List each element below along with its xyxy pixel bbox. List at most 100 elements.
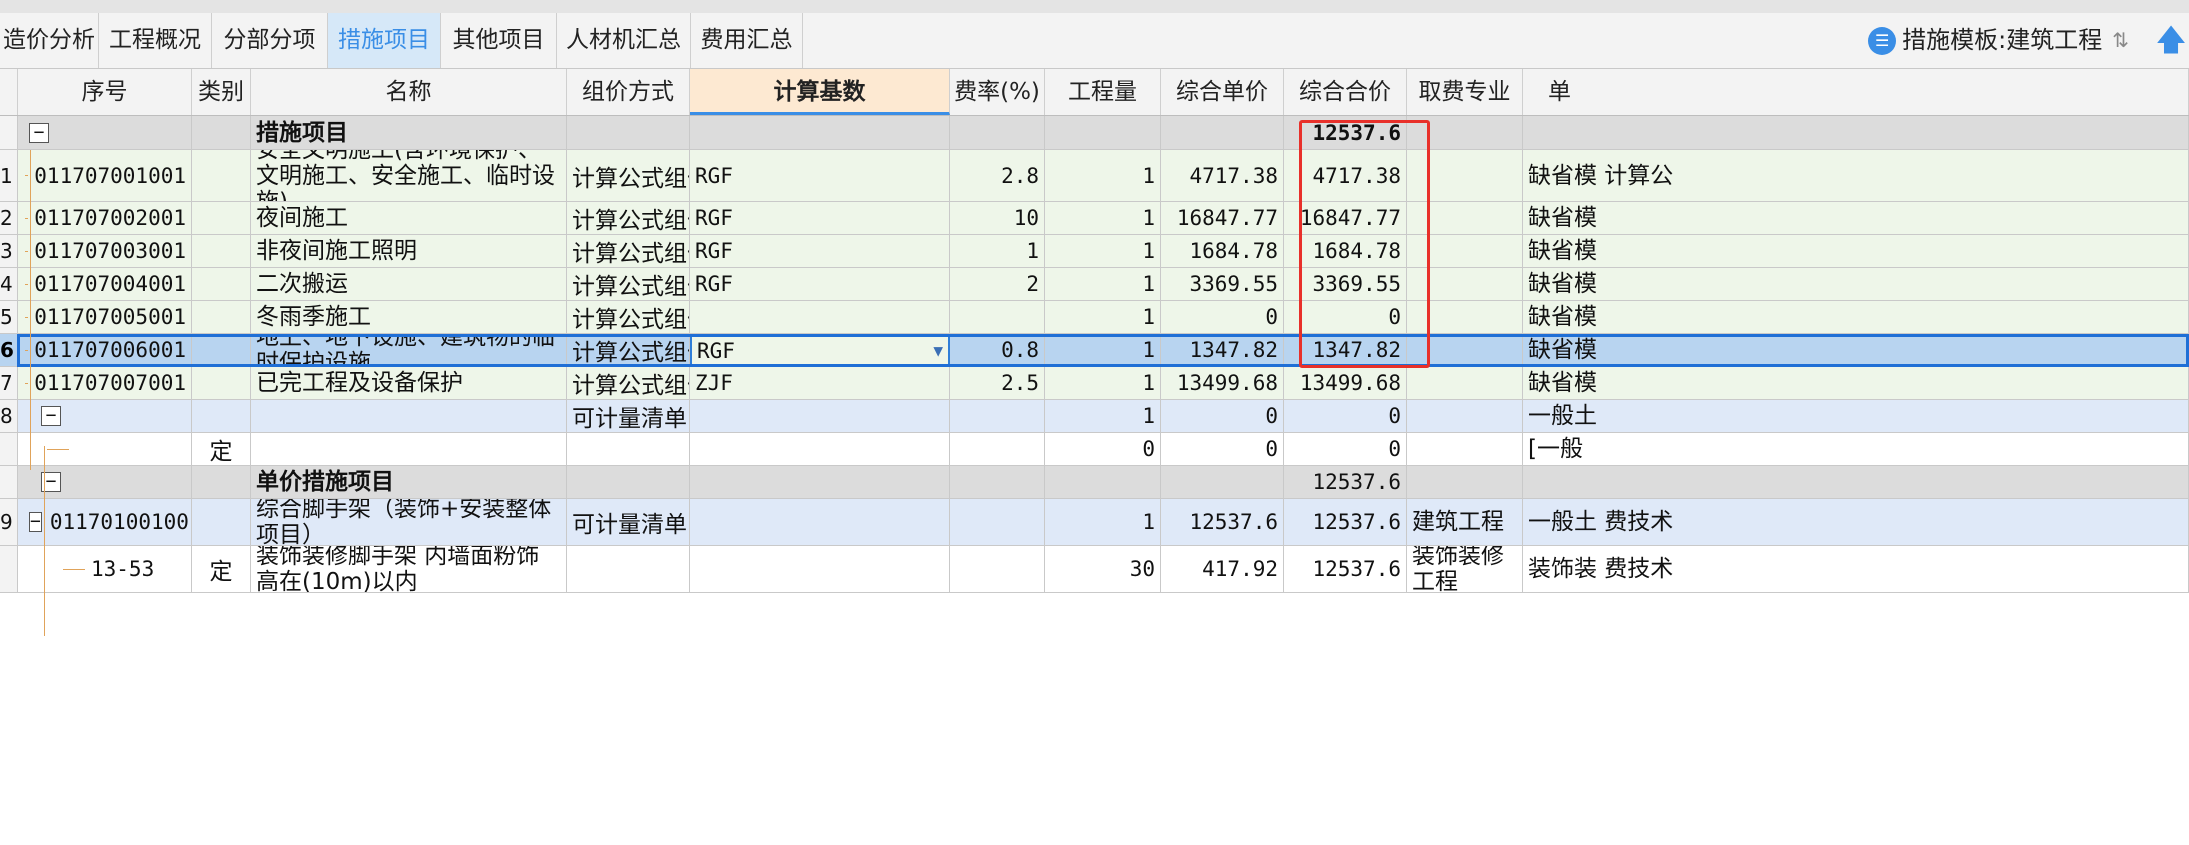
cell-base[interactable]: RGF (690, 235, 950, 268)
cell-name[interactable]: 措施项目 (251, 116, 567, 150)
cell-type[interactable] (192, 334, 251, 367)
cell-rate[interactable]: 10 (950, 202, 1045, 235)
cell-name[interactable]: 装饰装修脚手架 内墙面粉饰高在(10m)以内 (251, 546, 567, 593)
table-row[interactable]: 4 011707004001 二次搬运 计算公式组价RGF 2 1 3369.55 3369.… (0, 268, 2189, 301)
cell-extra[interactable]: 缺省模 (1523, 202, 2189, 235)
cell-base[interactable]: RGF (690, 150, 950, 202)
sort-icon[interactable]: ⇅ (2112, 13, 2129, 68)
cell-base[interactable]: RGF ▼ (690, 334, 950, 367)
cell-seq[interactable]: 011707005001 (18, 301, 192, 334)
cell-rate[interactable] (950, 301, 1045, 334)
cell-fee[interactable] (1407, 334, 1523, 367)
cell-rate[interactable]: 2.8 (950, 150, 1045, 202)
cell-unit[interactable] (1161, 466, 1284, 499)
cell-fee[interactable] (1407, 235, 1523, 268)
cell-qty[interactable]: 1 (1045, 499, 1161, 546)
table-row[interactable]: 7 011707007001 已完工程及设备保护 计算公式组价ZJF 2.5 1 13499… (0, 367, 2189, 400)
cell-total[interactable]: 13499.68 (1284, 367, 1407, 400)
cell-name[interactable]: 二次搬运 (251, 268, 567, 301)
cell-unit[interactable]: 3369.55 (1161, 268, 1284, 301)
cell-total[interactable]: 1347.82 (1284, 334, 1407, 367)
table-row[interactable]: 8 − 可计量清单 1 0 0 一般土 (0, 400, 2189, 433)
cell-type[interactable] (192, 499, 251, 546)
cell-extra[interactable]: 缺省模 (1523, 268, 2189, 301)
cell-name[interactable] (251, 400, 567, 433)
cell-base[interactable] (690, 116, 950, 150)
cell-extra[interactable]: 缺省模 (1523, 334, 2189, 367)
cell-fee[interactable] (1407, 301, 1523, 334)
cell-extra[interactable]: 装饰装 费技术 (1523, 546, 2189, 593)
table-row[interactable]: 9−011701001001 综合脚手架（装饰+安装整体项目） 可计量清单 1 1253… (0, 499, 2189, 546)
tab-project-overview[interactable]: 工程概况 (99, 13, 212, 68)
cell-qty[interactable]: 1 (1045, 334, 1161, 367)
cell-method[interactable] (567, 546, 690, 593)
cell-fee[interactable]: 装饰装修工程 (1407, 546, 1523, 593)
header-unit-price[interactable]: 综合单价 (1161, 69, 1284, 115)
cell-base[interactable]: ZJF (690, 367, 950, 400)
cell-qty[interactable] (1045, 116, 1161, 150)
cell-method[interactable] (567, 116, 690, 150)
cell-rate[interactable] (950, 433, 1045, 466)
cell-rate[interactable]: 1 (950, 235, 1045, 268)
cell-base[interactable] (690, 466, 950, 499)
cell-rate[interactable] (950, 466, 1045, 499)
cell-method[interactable]: 可计量清单 (567, 400, 690, 433)
tab-fee-summary[interactable]: 费用汇总 (691, 13, 803, 68)
cell-base[interactable]: RGF (690, 202, 950, 235)
cell-fee[interactable] (1407, 116, 1523, 150)
cell-extra[interactable]: 一般土 费技术 (1523, 499, 2189, 546)
cell-type[interactable] (192, 150, 251, 202)
cell-qty[interactable]: 1 (1045, 301, 1161, 334)
cell-type[interactable] (192, 466, 251, 499)
cell-unit[interactable]: 1684.78 (1161, 235, 1284, 268)
cell-total[interactable]: 0 (1284, 301, 1407, 334)
cell-base[interactable] (690, 433, 950, 466)
cell-extra[interactable]: [一般 (1523, 433, 2189, 466)
cell-base[interactable] (690, 301, 950, 334)
cell-method[interactable]: 计算公式组价 (567, 334, 690, 367)
minus-box-icon[interactable]: − (41, 406, 61, 426)
cell-seq[interactable]: 011707004001 (18, 268, 192, 301)
cell-fee[interactable] (1407, 367, 1523, 400)
cell-type[interactable] (192, 301, 251, 334)
cell-type[interactable] (192, 268, 251, 301)
header-type[interactable]: 类别 (192, 69, 251, 115)
header-name[interactable]: 名称 (251, 69, 567, 115)
cell-fee[interactable] (1407, 466, 1523, 499)
arrow-up-icon[interactable]: 🡅 (2153, 13, 2189, 68)
cell-seq[interactable]: − (18, 116, 192, 150)
cell-method[interactable]: 计算公式组价 (567, 268, 690, 301)
minus-box-icon[interactable]: − (29, 512, 42, 532)
cell-rate[interactable] (950, 546, 1045, 593)
cell-rate[interactable] (950, 499, 1045, 546)
cell-unit[interactable]: 12537.6 (1161, 499, 1284, 546)
cell-fee[interactable] (1407, 150, 1523, 202)
header-rate[interactable]: 费率(%) (950, 69, 1045, 115)
table-row[interactable]: 5 011707005001 冬雨季施工 计算公式组价 1 0 0 缺省模 (0, 301, 2189, 334)
cell-unit[interactable]: 417.92 (1161, 546, 1284, 593)
table-row[interactable]: 6011707006001地上、地下设施、建筑物的临时保护设施计算公式组价RGF… (0, 334, 2189, 367)
cell-seq[interactable]: 011707006001 (18, 334, 192, 367)
cell-rate[interactable] (950, 400, 1045, 433)
cell-unit[interactable]: 13499.68 (1161, 367, 1284, 400)
cell-base[interactable]: RGF (690, 268, 950, 301)
cell-method[interactable]: 计算公式组价 (567, 301, 690, 334)
cell-qty[interactable]: 1 (1045, 268, 1161, 301)
cell-method[interactable] (567, 466, 690, 499)
tab-labor-material-summary[interactable]: 人材机汇总 (557, 13, 691, 68)
table-row[interactable]: 3 011707003001 非夜间施工照明 计算公式组价RGF 1 1 1684.78 16… (0, 235, 2189, 268)
cell-rate[interactable]: 2.5 (950, 367, 1045, 400)
header-total-price[interactable]: 综合合价 (1284, 69, 1407, 115)
table-row[interactable]: 1 011707001001 安全文明施工(含环境保护、文明施工、安全施工、临时设施… (0, 150, 2189, 202)
cell-total[interactable]: 12537.6 (1284, 116, 1407, 150)
cell-unit[interactable]: 0 (1161, 400, 1284, 433)
cell-seq[interactable]: − (18, 400, 192, 433)
cell-qty[interactable] (1045, 466, 1161, 499)
cell-qty[interactable]: 1 (1045, 367, 1161, 400)
cell-seq[interactable]: 011707002001 (18, 202, 192, 235)
cell-qty[interactable]: 1 (1045, 235, 1161, 268)
cell-extra[interactable] (1523, 116, 2189, 150)
cell-type[interactable] (192, 116, 251, 150)
cell-rate[interactable]: 2 (950, 268, 1045, 301)
table-row[interactable]: 定 0 0 0 [一般 (0, 433, 2189, 466)
